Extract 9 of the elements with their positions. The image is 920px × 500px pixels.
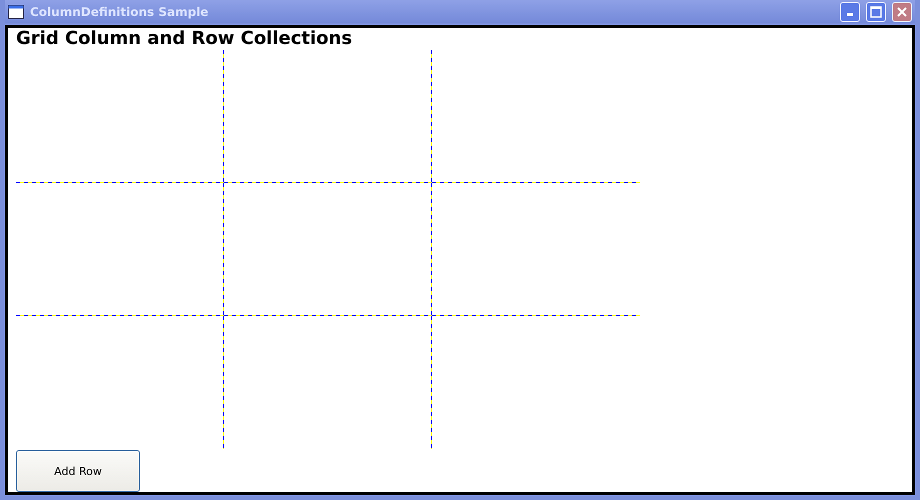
maximize-button[interactable] — [866, 2, 886, 22]
heading: Grid Column and Row Collections — [16, 28, 354, 50]
close-icon — [896, 6, 908, 18]
add-row-button[interactable]: Add Row — [16, 450, 140, 492]
window-title: ColumnDefinitions Sample — [30, 4, 210, 18]
close-button[interactable] — [892, 2, 912, 22]
minimize-button[interactable] — [840, 2, 860, 22]
window-icon — [8, 4, 24, 18]
maximize-icon — [870, 6, 882, 18]
